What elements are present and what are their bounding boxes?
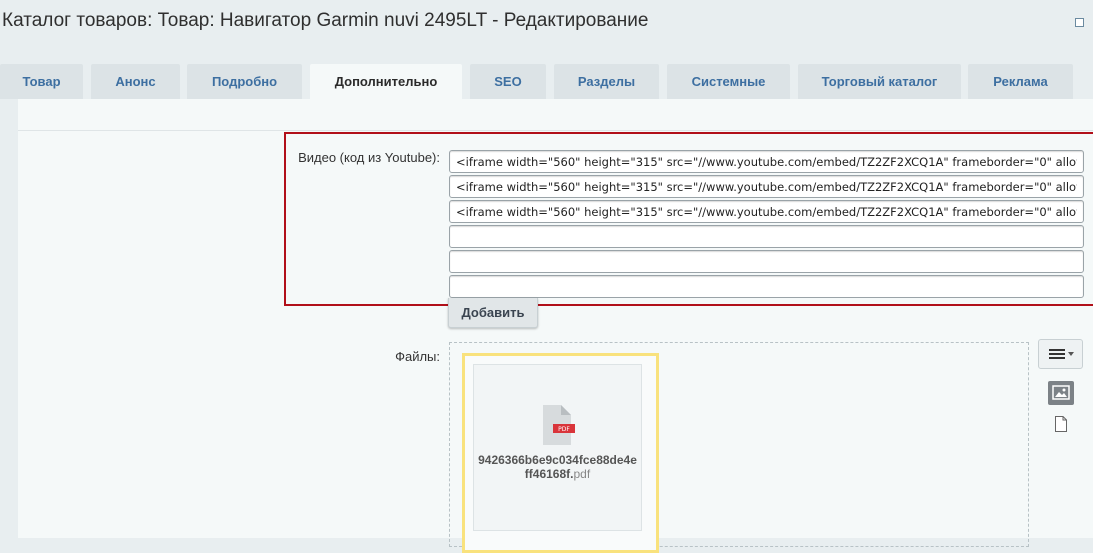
file-name-base: 9426366b6e9c034fce88de4eff46168f.	[478, 453, 637, 481]
image-view-button[interactable]	[1048, 381, 1074, 405]
image-view-icon	[1052, 385, 1070, 400]
video-input-3[interactable]	[449, 200, 1084, 223]
file-card[interactable]: PDF 9426366b6e9c034fce88de4eff46168f.pdf	[462, 353, 659, 553]
tab-content: Видео (код из Youtube): Добавить Файлы: …	[18, 99, 1093, 553]
tab-seo[interactable]: SEO	[470, 64, 546, 99]
tab-reklama[interactable]: Реклама	[968, 64, 1073, 99]
files-field-label: Файлы:	[395, 349, 440, 364]
pdf-badge-text: PDF	[558, 426, 570, 433]
divider	[18, 130, 1093, 131]
tab-tovar[interactable]: Товар	[0, 64, 83, 99]
tab-sistemnye[interactable]: Системные	[667, 64, 790, 99]
file-menu-button[interactable]	[1038, 339, 1083, 369]
document-view-icon[interactable]	[1054, 416, 1068, 432]
file-name: 9426366b6e9c034fce88de4eff46168f.pdf	[478, 453, 637, 481]
tab-podrobno[interactable]: Подробно	[187, 64, 302, 99]
video-input-5[interactable]	[449, 250, 1084, 273]
hamburger-menu-icon	[1049, 349, 1074, 359]
add-video-button[interactable]: Добавить	[448, 298, 538, 328]
tab-dopolnitelno[interactable]: Дополнительно	[310, 64, 462, 101]
tab-anons[interactable]: Анонс	[91, 64, 180, 99]
video-input-2[interactable]	[449, 175, 1084, 198]
file-extension: pdf	[573, 467, 591, 481]
file-preview: PDF 9426366b6e9c034fce88de4eff46168f.pdf	[473, 364, 642, 531]
file-drop-area[interactable]: PDF 9426366b6e9c034fce88de4eff46168f.pdf	[449, 342, 1029, 553]
tab-torgovyy-katalog[interactable]: Торговый каталог	[798, 64, 961, 99]
tab-razdely[interactable]: Разделы	[554, 64, 659, 99]
video-input-6[interactable]	[449, 275, 1084, 298]
page-title: Каталог товаров: Товар: Навигатор Garmin…	[2, 10, 649, 31]
minimize-icon[interactable]	[1075, 18, 1084, 27]
video-input-4[interactable]	[449, 225, 1084, 248]
pdf-file-icon: PDF	[543, 405, 575, 445]
video-input-1[interactable]	[449, 150, 1084, 173]
